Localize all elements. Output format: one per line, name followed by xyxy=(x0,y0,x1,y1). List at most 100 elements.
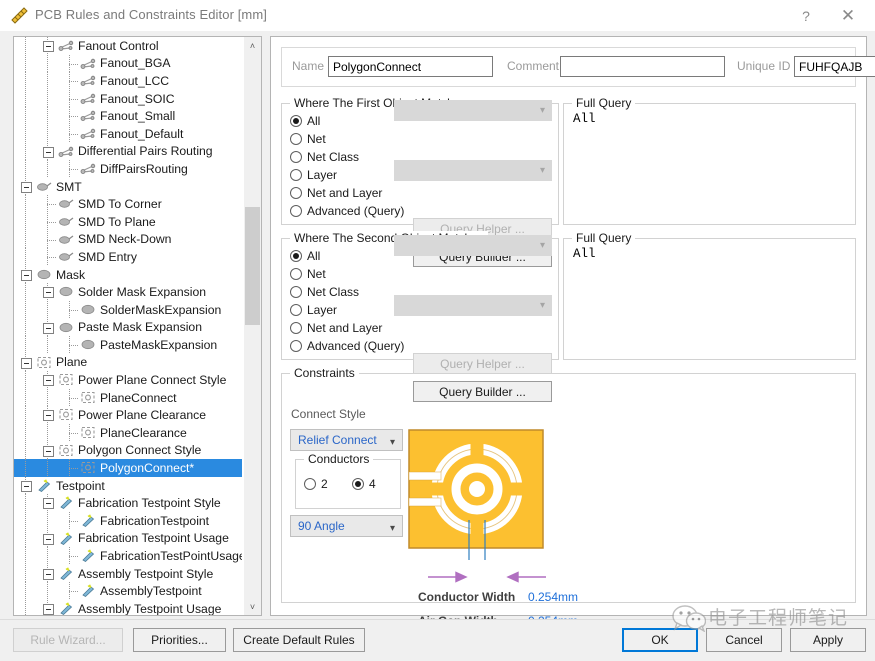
tree-expander-collapse-icon[interactable] xyxy=(21,270,32,281)
tree-item[interactable]: Assembly Testpoint Style xyxy=(14,565,242,583)
name-input[interactable]: PolygonConnect xyxy=(328,56,493,77)
tree-item[interactable]: Fabrication Testpoint Style xyxy=(14,494,242,512)
tree-item[interactable]: Paste Mask Expansion xyxy=(14,319,242,337)
tree-expander-collapse-icon[interactable] xyxy=(43,569,54,580)
angle-combo[interactable]: 90 Angle ▾ xyxy=(290,515,403,537)
tree-guide-line xyxy=(47,160,48,178)
tree-item[interactable]: Fanout_SOIC xyxy=(14,90,242,108)
second-full-query-value[interactable]: All xyxy=(573,247,596,261)
tree-scrollbar[interactable]: ˄ ˅ xyxy=(243,37,261,615)
tree-item-label: Fanout_SOIC xyxy=(97,92,175,106)
tree-expander-collapse-icon[interactable] xyxy=(43,604,54,615)
first-radio-net-class[interactable]: Net Class xyxy=(290,150,359,164)
tree-expander-collapse-icon[interactable] xyxy=(43,287,54,298)
tree-item[interactable]: Differential Pairs Routing xyxy=(14,143,242,161)
comment-input[interactable] xyxy=(560,56,725,77)
tree-expander-collapse-icon[interactable] xyxy=(43,147,54,158)
first-full-query-value[interactable]: All xyxy=(573,112,596,126)
tree-expander-collapse-icon[interactable] xyxy=(43,410,54,421)
testpoint-icon xyxy=(58,567,74,580)
second-radio-net-class[interactable]: Net Class xyxy=(290,285,359,299)
scrollbar-thumb[interactable] xyxy=(245,207,260,325)
tree-item[interactable]: Fanout_Small xyxy=(14,107,242,125)
tree-guide-line xyxy=(69,134,78,135)
tree-item-label: Assembly Testpoint Style xyxy=(75,567,213,581)
first-radio-net[interactable]: Net xyxy=(290,132,326,146)
conductors-group-title: Conductors xyxy=(304,452,373,466)
tree-expander-collapse-icon[interactable] xyxy=(43,375,54,386)
tree-item[interactable]: Assembly Testpoint Usage xyxy=(14,600,242,615)
first-radio-layer[interactable]: Layer xyxy=(290,168,337,182)
tree-item[interactable]: SMD Entry xyxy=(14,248,242,266)
help-button[interactable]: ? xyxy=(785,0,827,31)
tree-item[interactable]: PlaneConnect xyxy=(14,389,242,407)
cancel-button[interactable]: Cancel xyxy=(706,628,782,652)
first-radio-net-and-layer[interactable]: Net and Layer xyxy=(290,186,382,200)
priorities-button[interactable]: Priorities... xyxy=(133,628,226,652)
tree-item[interactable]: SMD To Plane xyxy=(14,213,242,231)
scroll-up-icon[interactable]: ˄ xyxy=(244,37,261,54)
tree-item[interactable]: Polygon Connect Style xyxy=(14,442,242,460)
tree-item[interactable]: PolygonConnect* xyxy=(14,459,242,477)
tree-expander-collapse-icon[interactable] xyxy=(21,481,32,492)
tree-item[interactable]: FabricationTestPointUsage xyxy=(14,547,242,565)
tree-item[interactable]: Solder Mask Expansion xyxy=(14,283,242,301)
tree-item[interactable]: Fanout_Default xyxy=(14,125,242,143)
tree-expander-collapse-icon[interactable] xyxy=(21,182,32,193)
tree-item-label: SMD To Plane xyxy=(75,215,156,229)
first-radio-all[interactable]: All xyxy=(290,114,320,128)
tree-guide-line xyxy=(47,204,56,205)
apply-button[interactable]: Apply xyxy=(790,628,866,652)
tree-item[interactable]: Fabrication Testpoint Usage xyxy=(14,530,242,548)
radio-label: 4 xyxy=(369,477,376,491)
second-radio-layer[interactable]: Layer xyxy=(290,303,337,317)
rules-tree[interactable]: Fanout ControlFanout_BGAFanout_LCC Fanout… xyxy=(14,37,242,615)
tree-item[interactable]: FabricationTestpoint xyxy=(14,512,242,530)
radio-indicator xyxy=(304,478,316,490)
tree-expander-collapse-icon[interactable] xyxy=(43,323,54,334)
tree-item-label: FabricationTestPointUsage xyxy=(97,549,242,563)
tree-guide-line xyxy=(47,547,48,565)
tree-item[interactable]: SolderMaskExpansion xyxy=(14,301,242,319)
tree-expander-collapse-icon[interactable] xyxy=(43,534,54,545)
create-default-rules-button[interactable]: Create Default Rules xyxy=(233,628,365,652)
tree-expander-collapse-icon[interactable] xyxy=(43,446,54,457)
tree-expander-collapse-icon[interactable] xyxy=(43,41,54,52)
tree-item[interactable]: Mask xyxy=(14,266,242,284)
tree-item[interactable]: DiffPairsRouting xyxy=(14,160,242,178)
tree-item[interactable]: Testpoint xyxy=(14,477,242,495)
tree-item[interactable]: SMD To Corner xyxy=(14,195,242,213)
tree-item[interactable]: PlaneClearance xyxy=(14,424,242,442)
radio-label: Net Class xyxy=(307,150,359,164)
tree-item-label: Fanout_Default xyxy=(97,127,183,141)
tree-item[interactable]: SMT xyxy=(14,178,242,196)
conductors-radio-2[interactable]: 2 xyxy=(304,477,328,491)
tree-item-label: Power Plane Connect Style xyxy=(75,373,226,387)
tree-guide-line xyxy=(25,565,26,583)
second-radio-all[interactable]: All xyxy=(290,249,320,263)
second-radio-net[interactable]: Net xyxy=(290,267,326,281)
tree-expander-collapse-icon[interactable] xyxy=(43,498,54,509)
tree-item[interactable]: Power Plane Clearance xyxy=(14,406,242,424)
tree-item[interactable]: Plane xyxy=(14,354,242,372)
second-net-combo: ▾ xyxy=(394,235,552,256)
tree-item[interactable]: Fanout Control xyxy=(14,37,242,55)
tree-item[interactable]: Power Plane Connect Style xyxy=(14,371,242,389)
connect-style-combo[interactable]: Relief Connect ▾ xyxy=(290,429,403,451)
tree-guide-line xyxy=(69,591,78,592)
tree-item[interactable]: Fanout_BGA xyxy=(14,55,242,73)
conductors-radio-4[interactable]: 4 xyxy=(352,477,376,491)
tree-item[interactable]: Fanout_LCC xyxy=(14,72,242,90)
tree-expander-collapse-icon[interactable] xyxy=(21,358,32,369)
second-radio-net-and-layer[interactable]: Net and Layer xyxy=(290,321,382,335)
second-query-helper-button: Query Helper ... xyxy=(413,353,552,374)
scroll-down-icon[interactable]: ˅ xyxy=(244,598,261,615)
second-radio-advanced-query[interactable]: Advanced (Query) xyxy=(290,339,404,353)
first-radio-advanced-query[interactable]: Advanced (Query) xyxy=(290,204,404,218)
tree-item[interactable]: PasteMaskExpansion xyxy=(14,336,242,354)
ok-button[interactable]: OK xyxy=(622,628,698,652)
tree-item[interactable]: SMD Neck-Down xyxy=(14,231,242,249)
unique-id-input[interactable]: FUHFQAJB xyxy=(794,56,875,77)
close-icon[interactable]: ✕ xyxy=(827,0,869,31)
tree-item[interactable]: AssemblyTestpoint xyxy=(14,582,242,600)
